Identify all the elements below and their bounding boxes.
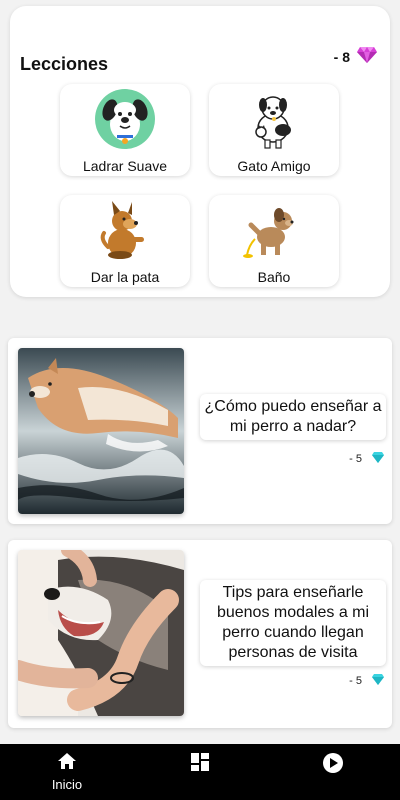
nav-item-inicio[interactable]: Inicio: [27, 744, 107, 800]
nav-label: Inicio: [51, 777, 83, 792]
home-icon: [57, 752, 77, 775]
husky-petted-photo: [18, 550, 184, 716]
bottom-nav: Inicio: [0, 744, 400, 800]
article-card-swimming[interactable]: ¿Cómo puedo enseñar a mi perro a nadar? …: [8, 338, 392, 524]
lesson-label: Gato Amigo: [237, 158, 311, 174]
article-title: Tips para enseñarle buenos modales a mi …: [200, 580, 386, 666]
lessons-card: Lecciones - 8 Ladrar Suave Gato Amigo Da…: [10, 6, 390, 297]
article-cost: - 5: [349, 452, 384, 466]
lessons-title: Lecciones: [20, 54, 109, 74]
lesson-tile-bano[interactable]: Baño: [209, 195, 339, 287]
lesson-label: Dar la pata: [90, 269, 160, 285]
lesson-label: Baño: [257, 269, 291, 285]
lesson-tile-gato-amigo[interactable]: Gato Amigo: [209, 84, 339, 176]
lesson-tile-ladrar-suave[interactable]: Ladrar Suave: [60, 84, 190, 176]
nav-item-dashboard[interactable]: [160, 744, 240, 800]
swimming-dog-photo: [18, 348, 184, 514]
gem-counter: - 8: [334, 46, 378, 67]
diamond-icon: [372, 674, 384, 688]
sitting-dog-icon: [92, 199, 158, 261]
lesson-tile-dar-la-pata[interactable]: Dar la pata: [60, 195, 190, 287]
peeing-dog-icon: [241, 199, 307, 261]
dog-and-cat-icon: [241, 88, 307, 150]
lesson-label: Ladrar Suave: [82, 158, 168, 174]
gem-count: - 8: [333, 48, 350, 65]
article-card-manners[interactable]: Tips para enseñarle buenos modales a mi …: [8, 540, 392, 728]
diamond-icon: [372, 452, 384, 466]
article-title: ¿Cómo puedo enseñar a mi perro a nadar?: [200, 394, 386, 440]
cost-value: - 5: [349, 453, 362, 465]
cost-value: - 5: [349, 675, 362, 687]
dashboard-icon: [190, 752, 210, 777]
barking-dog-icon: [92, 88, 158, 150]
play-icon: [322, 752, 344, 779]
article-cost: - 5: [349, 674, 384, 688]
diamond-icon: [356, 46, 378, 67]
nav-item-play[interactable]: [293, 744, 373, 800]
